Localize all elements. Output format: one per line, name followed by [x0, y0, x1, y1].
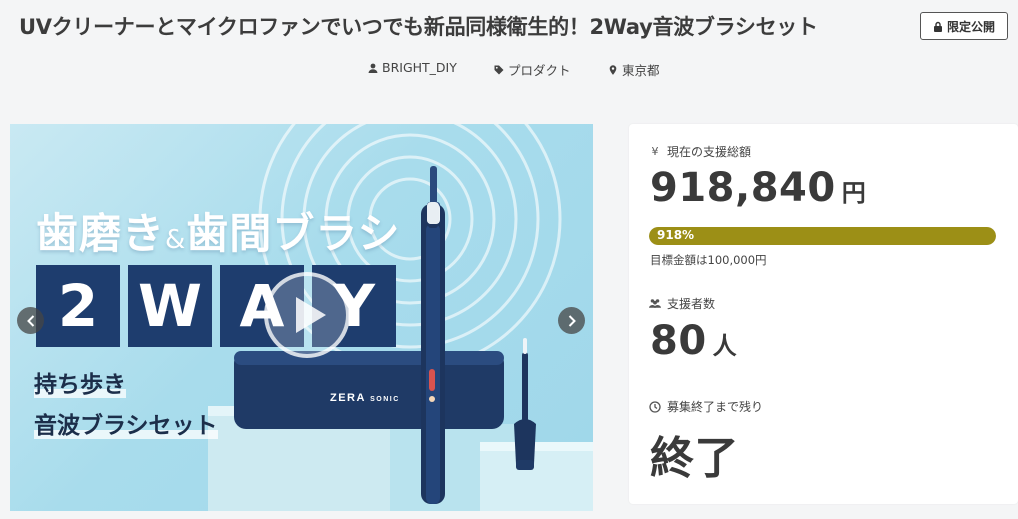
sub-line-2: 音波ブラシセット	[34, 406, 218, 440]
remaining-label-row: 募集終了まで残り	[649, 398, 763, 415]
category-name: プロダクト	[508, 63, 571, 78]
amount-label-row: ¥ 現在の支援総額	[649, 143, 752, 160]
play-button[interactable]	[264, 272, 350, 358]
yen-icon: ¥	[651, 145, 659, 158]
user-icon	[368, 63, 378, 73]
stats-card: ¥ 現在の支援総額 918,840 円 918% 目標金額は100,000円 支援…	[629, 124, 1018, 504]
prev-slide-button[interactable]	[17, 307, 44, 334]
goal-text: 目標金額は100,000円	[650, 253, 767, 267]
remaining-value: 終了	[650, 433, 739, 484]
progress-text: 918%	[657, 228, 695, 242]
amount-unit: 円	[841, 179, 867, 207]
location-link[interactable]: 東京都	[608, 60, 660, 79]
page-title: UVクリーナーとマイクロファンでいつでも新品同様衛生的！2Way音波ブラシセット	[19, 15, 818, 39]
location-name: 東京都	[622, 63, 660, 78]
supporters-label: 支援者数	[667, 297, 716, 311]
next-slide-button[interactable]	[558, 307, 585, 334]
amount-value-row: 918,840 円	[650, 165, 866, 211]
supporters-value: 80	[650, 318, 707, 364]
amount-label: 現在の支援総額	[667, 145, 752, 159]
category-link[interactable]: プロダクト	[494, 60, 571, 79]
map-pin-icon	[609, 64, 617, 75]
limited-badge: 限定公開	[920, 12, 1008, 40]
owner-link[interactable]: BRIGHT_DIY	[368, 60, 457, 75]
owner-name: BRIGHT_DIY	[382, 60, 457, 75]
supporters-unit: 人	[712, 332, 738, 360]
remaining-label: 募集終了まで残り	[667, 400, 764, 414]
amount-value: 918,840	[650, 165, 836, 211]
title-row: UVクリーナーとマイクロファンでいつでも新品同様衛生的！2Way音波ブラシセット…	[0, 9, 1018, 43]
supporters-label-row: 支援者数	[649, 295, 715, 312]
progress-fill	[649, 227, 996, 245]
play-icon	[296, 297, 326, 333]
badge-label: 限定公開	[946, 19, 995, 34]
lock-icon	[933, 21, 942, 32]
progress-bar: 918%	[649, 227, 996, 245]
clock-icon	[649, 400, 661, 413]
users-icon	[649, 298, 661, 310]
chevron-left-icon	[26, 314, 34, 327]
chevron-right-icon	[568, 314, 576, 327]
hero-media[interactable]: ZERA SONIC 歯磨き&歯間ブラシ 2 W A Y 持ち歩き 音波ブラシセ…	[10, 124, 593, 511]
sub-line-1: 持ち歩き	[34, 365, 126, 399]
supporters-value-row: 80 人	[650, 318, 737, 364]
tag-icon	[494, 65, 504, 74]
project-meta: BRIGHT_DIY プロダクト 東京都	[0, 60, 1018, 78]
